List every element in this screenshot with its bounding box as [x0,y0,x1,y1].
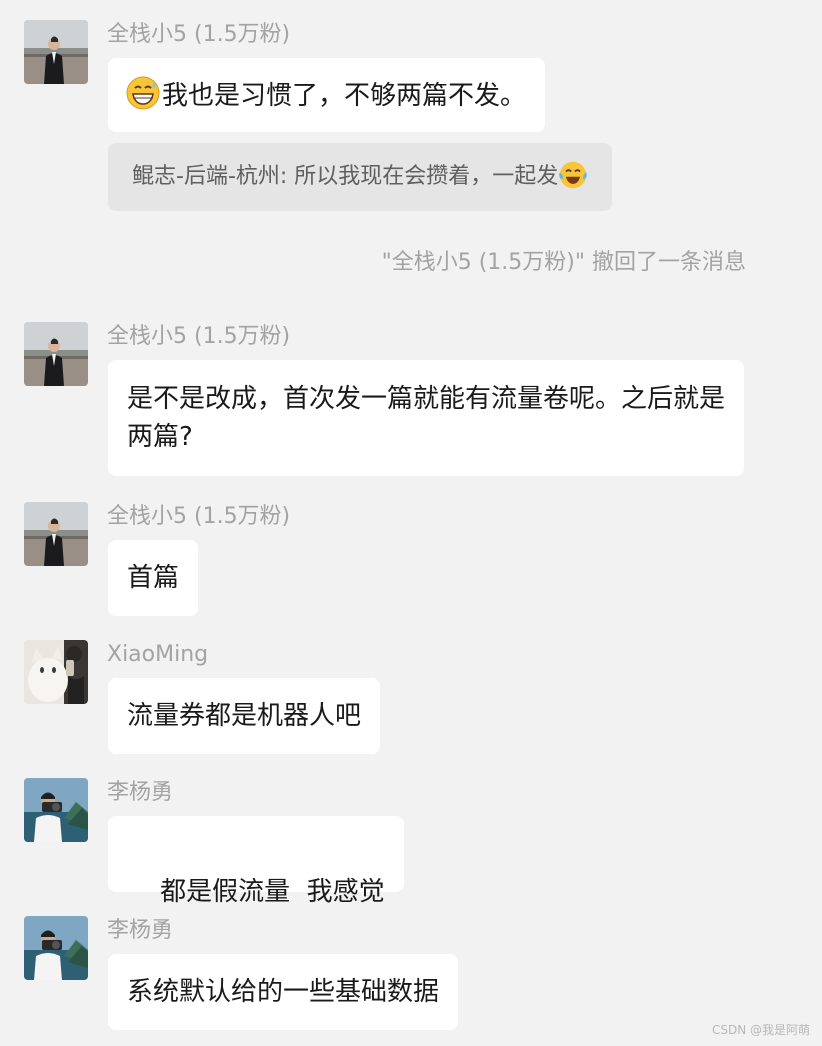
avatar-man-suit-icon [24,322,88,386]
message-text: 都是假流量 我感觉 [160,877,385,907]
message-bubble[interactable]: 都是假流量 我感觉 [108,816,404,907]
message-bubble[interactable]: 系统默认给的一些基础数据 [108,954,459,1030]
message-bubble[interactable]: 我也是习惯了，不够两篇不发。 [108,58,546,132]
sender-name: 全栈小5 (1.5万粉) [107,504,291,529]
tears-of-joy-emoji-icon [558,160,588,190]
avatar-man-suit-icon [24,502,88,566]
avatar[interactable] [24,502,88,566]
avatar-man-suit-icon [24,20,88,84]
avatar[interactable] [24,916,88,980]
recall-notice: "全栈小5 (1.5万粉)" 撤回了一条消息 [381,250,746,275]
avatar[interactable] [24,640,88,704]
avatar-photographer-icon [24,778,88,842]
message-text: 我也是习惯了，不够两篇不发。 [162,81,527,111]
sender-name: XiaoMing [107,642,209,667]
avatar-cat-selfie-icon [24,640,88,704]
grinning-sweat-emoji-icon [126,76,160,110]
message-text: 系统默认给的一些基础数据 [127,977,440,1007]
sender-name: 全栈小5 (1.5万粉) [107,22,291,47]
avatar[interactable] [24,20,88,84]
message-text: 首篇 [127,563,180,593]
message-text: 是不是改成，首次发一篇就能有流量卷呢。之后就是两篇? [127,384,726,452]
quoted-message[interactable]: 鲲志-后端-杭州: 所以我现在会攒着，一起发 [108,143,613,211]
message-text: 流量券都是机器人吧 [127,701,362,731]
quote-text: 鲲志-后端-杭州: 所以我现在会攒着，一起发 [132,164,559,189]
watermark: CSDN @我是阿萌 [711,1023,810,1037]
avatar-photographer-icon [24,916,88,980]
message-bubble[interactable]: 流量券都是机器人吧 [108,678,381,754]
sender-name: 全栈小5 (1.5万粉) [107,324,291,349]
avatar[interactable] [24,322,88,386]
avatar[interactable] [24,778,88,842]
sender-name: 李杨勇 [107,918,174,943]
sender-name: 李杨勇 [107,780,174,805]
message-bubble[interactable]: 是不是改成，首次发一篇就能有流量卷呢。之后就是两篇? [108,360,744,476]
message-bubble[interactable]: 首篇 [108,540,199,616]
